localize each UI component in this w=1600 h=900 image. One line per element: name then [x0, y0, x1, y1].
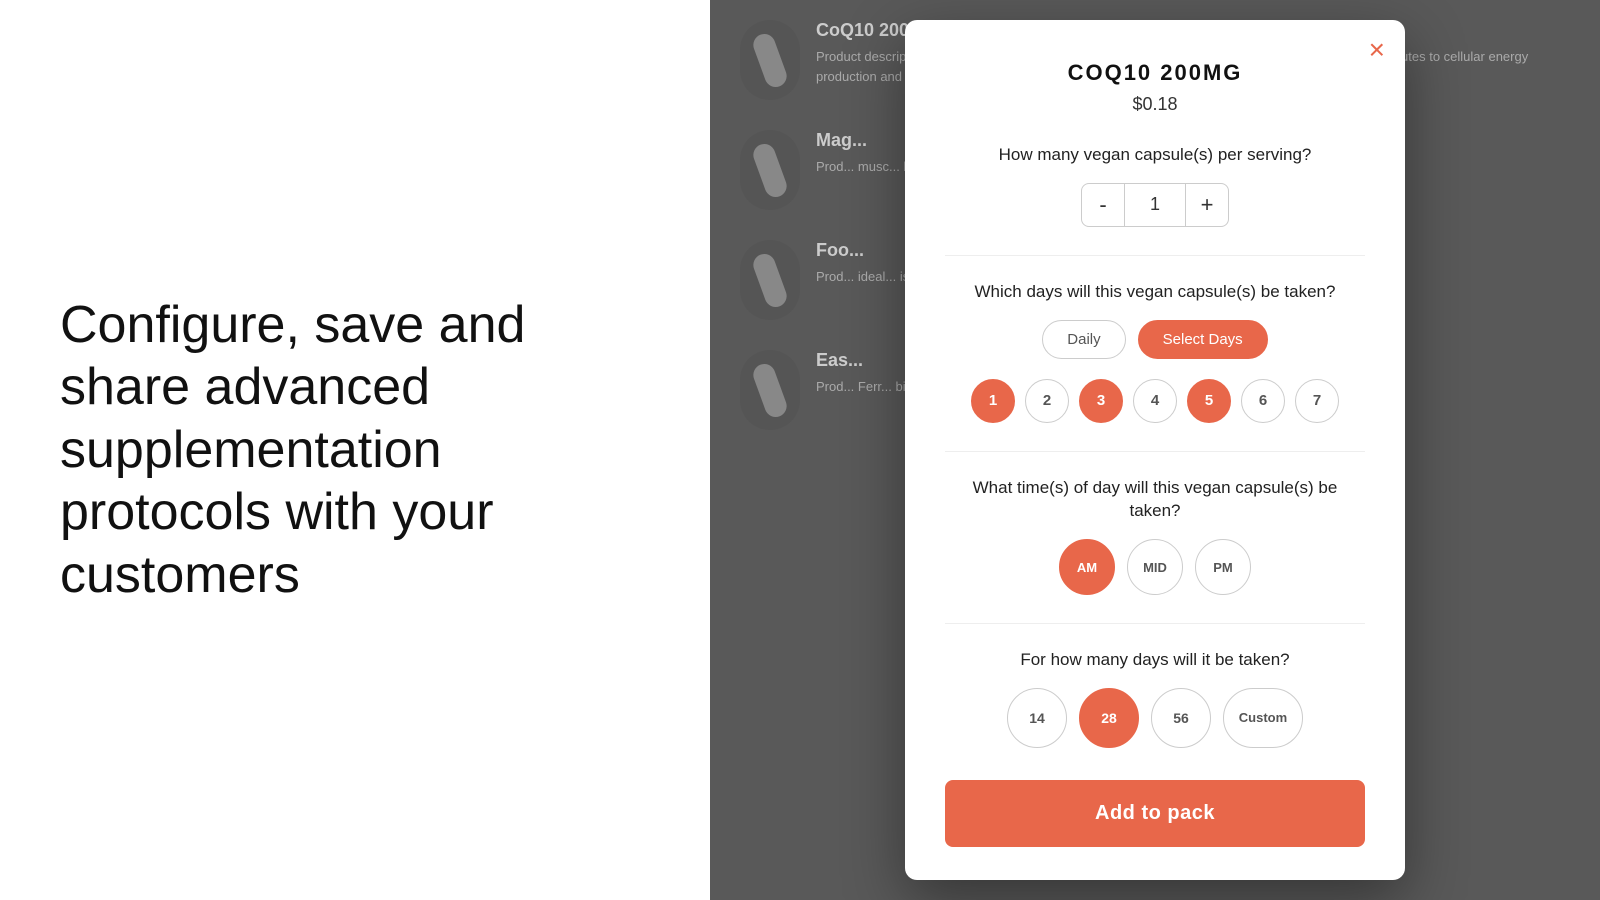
day-circle-3[interactable]: 3 — [1079, 379, 1123, 423]
question-duration: For how many days will it be taken? — [945, 648, 1365, 672]
question-days: Which days will this vegan capsule(s) be… — [945, 280, 1365, 304]
add-to-pack-button[interactable]: Add to pack — [945, 780, 1365, 847]
day-circle-5[interactable]: 5 — [1187, 379, 1231, 423]
divider-1 — [945, 255, 1365, 256]
duration-14-button[interactable]: 14 — [1007, 688, 1067, 748]
right-panel: CoQ10 200mg $0.18 Product description: U… — [710, 0, 1600, 900]
stepper-minus-button[interactable]: - — [1081, 183, 1125, 227]
left-panel: Configure, save and share advanced suppl… — [0, 0, 710, 900]
time-of-day-group: AM MID PM — [945, 539, 1365, 595]
modal-title: COQ10 200MG — [945, 60, 1365, 86]
modal-price: $0.18 — [945, 94, 1365, 115]
hero-text: Configure, save and share advanced suppl… — [60, 294, 650, 606]
frequency-daily-button[interactable]: Daily — [1042, 320, 1125, 359]
quantity-stepper: - 1 + — [945, 183, 1365, 227]
modal-overlay: × COQ10 200MG $0.18 How many vegan capsu… — [710, 0, 1600, 900]
day-circle-2[interactable]: 2 — [1025, 379, 1069, 423]
time-mid-button[interactable]: MID — [1127, 539, 1183, 595]
modal-close-button[interactable]: × — [1369, 36, 1385, 64]
time-am-button[interactable]: AM — [1059, 539, 1115, 595]
stepper-plus-button[interactable]: + — [1185, 183, 1229, 227]
question-capsules: How many vegan capsule(s) per serving? — [945, 143, 1365, 167]
day-circle-7[interactable]: 7 — [1295, 379, 1339, 423]
frequency-toggle-group: Daily Select Days — [945, 320, 1365, 359]
frequency-select-days-button[interactable]: Select Days — [1138, 320, 1268, 359]
question-time: What time(s) of day will this vegan caps… — [945, 476, 1365, 524]
duration-56-button[interactable]: 56 — [1151, 688, 1211, 748]
day-circle-1[interactable]: 1 — [971, 379, 1015, 423]
divider-3 — [945, 623, 1365, 624]
divider-2 — [945, 451, 1365, 452]
time-pm-button[interactable]: PM — [1195, 539, 1251, 595]
day-circles-group: 1 2 3 4 5 6 7 — [945, 379, 1365, 423]
duration-custom-button[interactable]: Custom — [1223, 688, 1303, 748]
duration-group: 14 28 56 Custom — [945, 688, 1365, 748]
day-circle-4[interactable]: 4 — [1133, 379, 1177, 423]
modal-dialog: × COQ10 200MG $0.18 How many vegan capsu… — [905, 20, 1405, 880]
stepper-value: 1 — [1125, 183, 1185, 227]
duration-28-button[interactable]: 28 — [1079, 688, 1139, 748]
day-circle-6[interactable]: 6 — [1241, 379, 1285, 423]
